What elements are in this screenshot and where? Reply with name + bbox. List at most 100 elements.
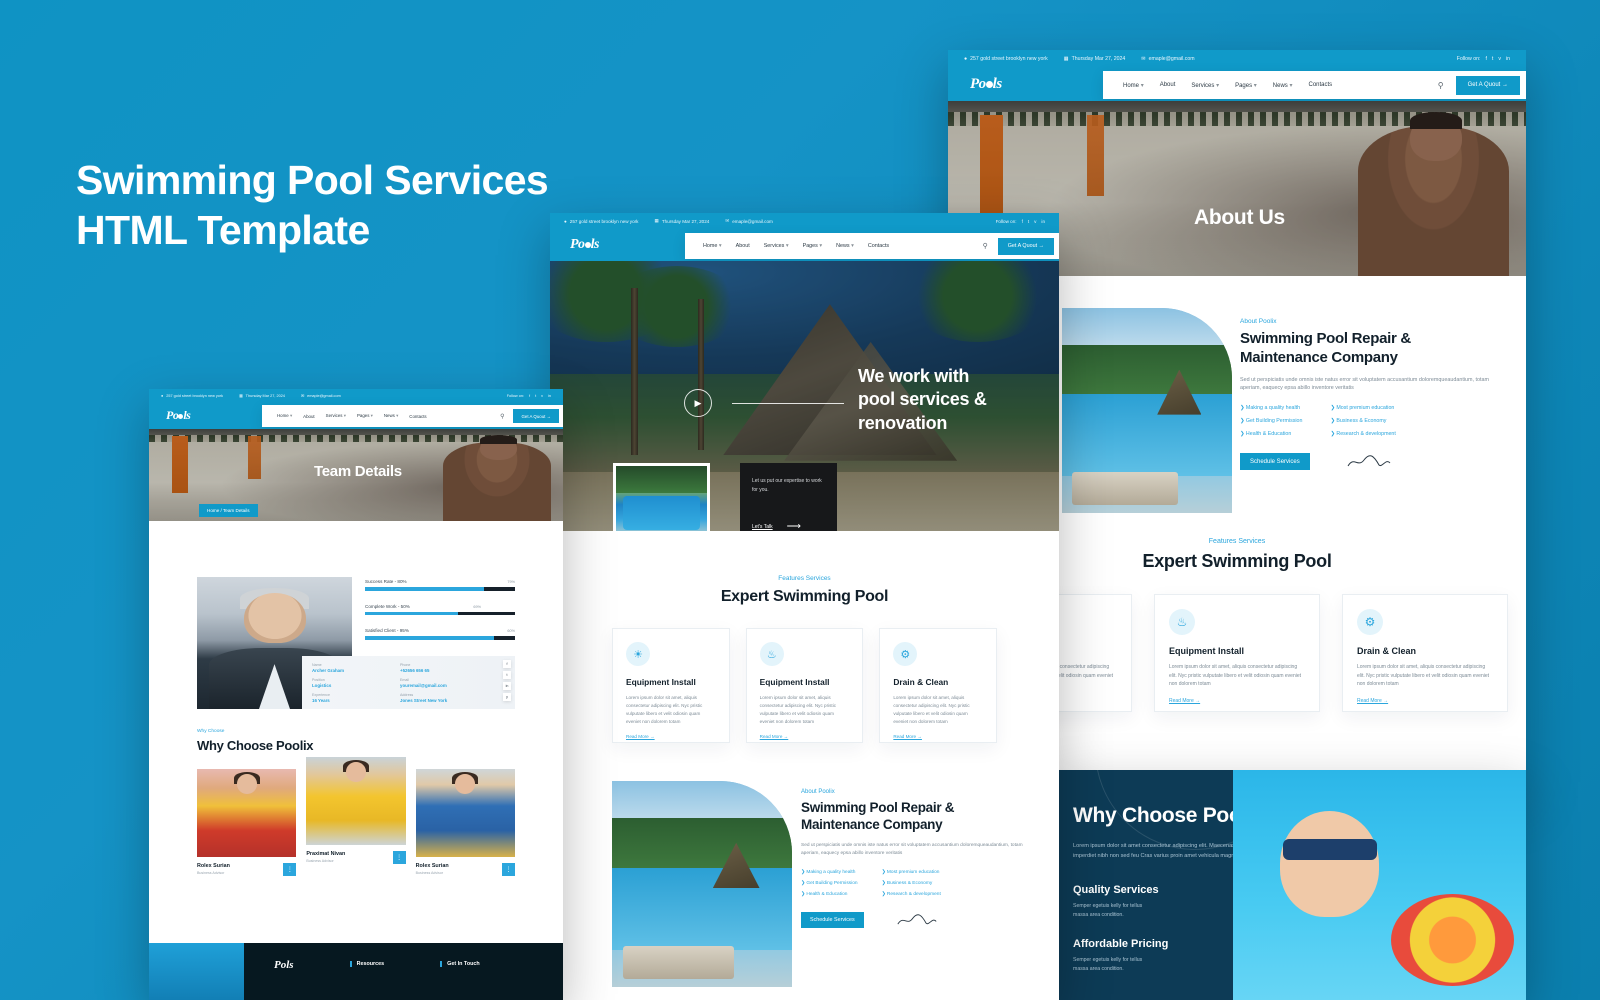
search-icon[interactable]: ⚲ xyxy=(983,242,988,250)
vimeo-icon[interactable]: v xyxy=(541,394,543,398)
service-card[interactable]: ⚙ Drain & Clean Lorem ipsum dolor sit am… xyxy=(1342,594,1508,712)
navbar: Po ls Home ▾ About Services ▾ Pages ▾ New… xyxy=(149,402,563,429)
signature-icon xyxy=(897,913,937,924)
twitter-icon[interactable]: t xyxy=(1028,219,1029,224)
drain-clean-icon: ⚙ xyxy=(1357,609,1383,635)
service-card[interactable]: ♨ Equipment Install Lorem ipsum dolor si… xyxy=(745,628,864,743)
nav-item-services[interactable]: Services ▾ xyxy=(764,243,789,249)
share-icon[interactable]: ⋮ xyxy=(501,863,515,876)
logo[interactable]: Po ls xyxy=(570,237,599,253)
topbar-email[interactable]: ✉ emaple@gmail.com xyxy=(1141,56,1194,62)
kid-swimmer-photo xyxy=(1233,770,1526,1000)
linkedin-icon[interactable]: in xyxy=(503,682,511,690)
team-social-column: f t in y xyxy=(503,660,511,701)
navbar: Po ls Home ▾ About Services ▾ Pages ▾ New… xyxy=(948,67,1526,101)
service-card[interactable]: ⚙ Drain & Clean Lorem ipsum dolor sit am… xyxy=(879,628,998,743)
nav-item-contacts[interactable]: Contacts xyxy=(868,243,889,249)
share-icon[interactable]: ⋮ xyxy=(283,863,297,876)
about-image xyxy=(612,781,792,987)
team-hero-title: Team Details xyxy=(314,463,402,480)
lets-talk-link[interactable]: Let's Talk xyxy=(752,524,773,530)
facebook-icon[interactable]: f xyxy=(503,660,511,668)
facebook-icon[interactable]: f xyxy=(1485,56,1486,62)
nav-item-home[interactable]: Home ▾ xyxy=(1123,82,1144,89)
nav-item-contacts[interactable]: Contacts xyxy=(1309,82,1333,88)
nav-item-contacts[interactable]: Contacts xyxy=(409,414,426,419)
twitter-icon[interactable]: t xyxy=(503,671,511,679)
logo[interactable]: Po ls xyxy=(166,408,191,423)
about-description: Sed ut perspiciatis unde omnis iste natu… xyxy=(1240,376,1489,392)
hero-cta-text: Let us put our expertise to work for you… xyxy=(752,478,822,493)
nav-item-pages[interactable]: Pages ▾ xyxy=(803,243,823,249)
team-member-card[interactable]: Praximat Nivan Business Advisor ⋮ xyxy=(306,757,406,864)
topbar: ● 257 gold street brooklyn new york ▦ Th… xyxy=(948,50,1526,67)
read-more-link[interactable]: Read More → xyxy=(893,734,983,739)
topbar-social: Follow on: f t v in xyxy=(1456,55,1510,62)
nav-panel: Home ▾ About Services ▾ Pages ▾ News ▾ C… xyxy=(1103,71,1526,99)
progress-track xyxy=(365,587,515,591)
vimeo-icon[interactable]: v xyxy=(1034,219,1036,224)
instagram-icon[interactable]: in xyxy=(1041,219,1045,224)
topbar-date: ▦ Thursday Mar 27, 2024 xyxy=(239,393,285,399)
progress-track xyxy=(365,611,515,615)
nav-item-about[interactable]: About xyxy=(303,414,314,419)
service-card[interactable]: ☀ Equipment Install Lorem ipsum dolor si… xyxy=(612,628,730,743)
get-a-quote-button[interactable]: Get A Quout → xyxy=(997,237,1054,255)
nav-item-pages[interactable]: Pages ▾ xyxy=(1235,82,1257,89)
nav-item-home[interactable]: Home ▾ xyxy=(703,243,722,249)
navbar: Po ls Home ▾ About Services ▾ Pages ▾ New… xyxy=(550,229,1059,261)
nav-item-pages[interactable]: Pages ▾ xyxy=(357,413,373,419)
logo[interactable]: Po ls xyxy=(970,76,1002,93)
get-a-quote-button[interactable]: Get A Quout → xyxy=(1455,75,1520,95)
share-icon[interactable]: ⋮ xyxy=(392,851,406,864)
read-more-link[interactable]: Read More → xyxy=(1357,698,1493,704)
get-a-quote-button[interactable]: Get A Quout → xyxy=(513,409,559,423)
hose-decoration xyxy=(149,943,244,1000)
twitter-icon[interactable]: t xyxy=(535,394,536,398)
nav-item-news[interactable]: News ▾ xyxy=(384,413,398,419)
schedule-services-button[interactable]: Schedule Services xyxy=(1240,453,1310,471)
topbar-email[interactable]: ✉ emaple@gmail.com xyxy=(725,218,773,224)
team-member-card[interactable]: Rolex Surian Business Advisor ⋮ xyxy=(415,769,515,876)
search-icon[interactable]: ⚲ xyxy=(1438,81,1444,90)
envelope-icon: ✉ xyxy=(300,394,305,398)
topbar-email[interactable]: ✉ emaple@gmail.com xyxy=(300,393,341,399)
footer-logo[interactable]: Pols xyxy=(274,959,294,971)
about-checklist-left: ❯ Making a quality health ❯ Get Building… xyxy=(801,870,858,898)
pool-cleaner-icon: ♨ xyxy=(759,642,784,666)
progress-fill xyxy=(365,636,494,640)
nav-item-services[interactable]: Services ▾ xyxy=(1191,82,1219,89)
facebook-icon[interactable]: f xyxy=(529,394,530,398)
pool-float xyxy=(1391,894,1515,987)
nav-item-services[interactable]: Services ▾ xyxy=(326,413,346,419)
search-icon[interactable]: ⚲ xyxy=(500,413,504,420)
location-pin-icon: ● xyxy=(964,55,968,62)
instagram-icon[interactable]: in xyxy=(1506,56,1510,62)
about-checklist-right: ❯ Most premium education ❯ Business & Ec… xyxy=(881,870,941,898)
nav-item-news[interactable]: News ▾ xyxy=(1273,82,1293,89)
schedule-services-button[interactable]: Schedule Services xyxy=(801,912,864,929)
about-eyebrow: About Poolix xyxy=(1240,318,1277,325)
thumb-trees xyxy=(616,466,707,493)
nav-item-home[interactable]: Home ▾ xyxy=(277,413,292,419)
facebook-icon[interactable]: f xyxy=(1022,219,1023,224)
mockup-team-details-page: ● 257 gold street brooklyn new york ▦ Th… xyxy=(149,389,563,1000)
vimeo-icon[interactable]: v xyxy=(1498,56,1501,62)
instagram-icon[interactable]: in xyxy=(548,394,551,398)
youtube-icon[interactable]: y xyxy=(503,693,511,701)
play-button[interactable]: ▶ xyxy=(684,389,712,417)
breadcrumb: Home / Team Details xyxy=(199,504,258,517)
progress-row: Satisfied Client - 95% 60% xyxy=(365,628,515,640)
nav-item-news[interactable]: News ▾ xyxy=(836,243,854,249)
twitter-icon[interactable]: t xyxy=(1492,56,1493,62)
read-more-link[interactable]: Read More → xyxy=(626,734,716,739)
service-card[interactable]: ♨ Equipment Install Lorem ipsum dolor si… xyxy=(1154,594,1320,712)
photo-head xyxy=(346,762,366,782)
read-more-link[interactable]: Read More → xyxy=(760,734,850,739)
read-more-link[interactable]: Read More → xyxy=(1169,698,1305,704)
nav-item-about[interactable]: About xyxy=(736,243,750,249)
globe-pool-icon: ☀ xyxy=(626,642,650,666)
nav-item-about[interactable]: About xyxy=(1160,82,1176,88)
signature-icon xyxy=(1347,455,1391,467)
team-member-card[interactable]: Rolex Surian Business Advisor ⋮ xyxy=(197,769,297,876)
